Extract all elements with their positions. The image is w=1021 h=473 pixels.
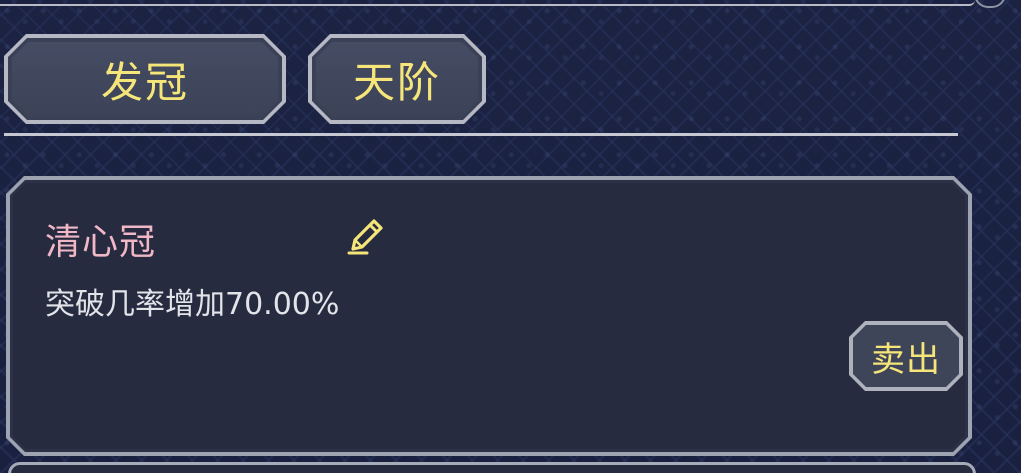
tab-hair-crown[interactable]: 发冠	[4, 34, 286, 124]
next-item-card-edge	[8, 462, 976, 473]
section-divider	[4, 133, 958, 136]
scroll-handle-remnant	[974, 0, 1006, 8]
sell-button-label: 卖出	[871, 339, 941, 380]
item-description: 突破几率增加70.00%	[45, 287, 340, 322]
item-name: 清心冠	[45, 222, 157, 263]
tab-label: 发冠	[100, 57, 189, 107]
previous-panel-edge	[0, 0, 975, 6]
tab-label: 天阶	[352, 57, 441, 107]
pencil-icon[interactable]	[343, 213, 389, 259]
tab-heaven-rank[interactable]: 天阶	[308, 34, 486, 124]
sell-button[interactable]: 卖出	[849, 321, 963, 391]
item-card: 清心冠 突破几率增加70.00% 卖出	[6, 176, 972, 456]
